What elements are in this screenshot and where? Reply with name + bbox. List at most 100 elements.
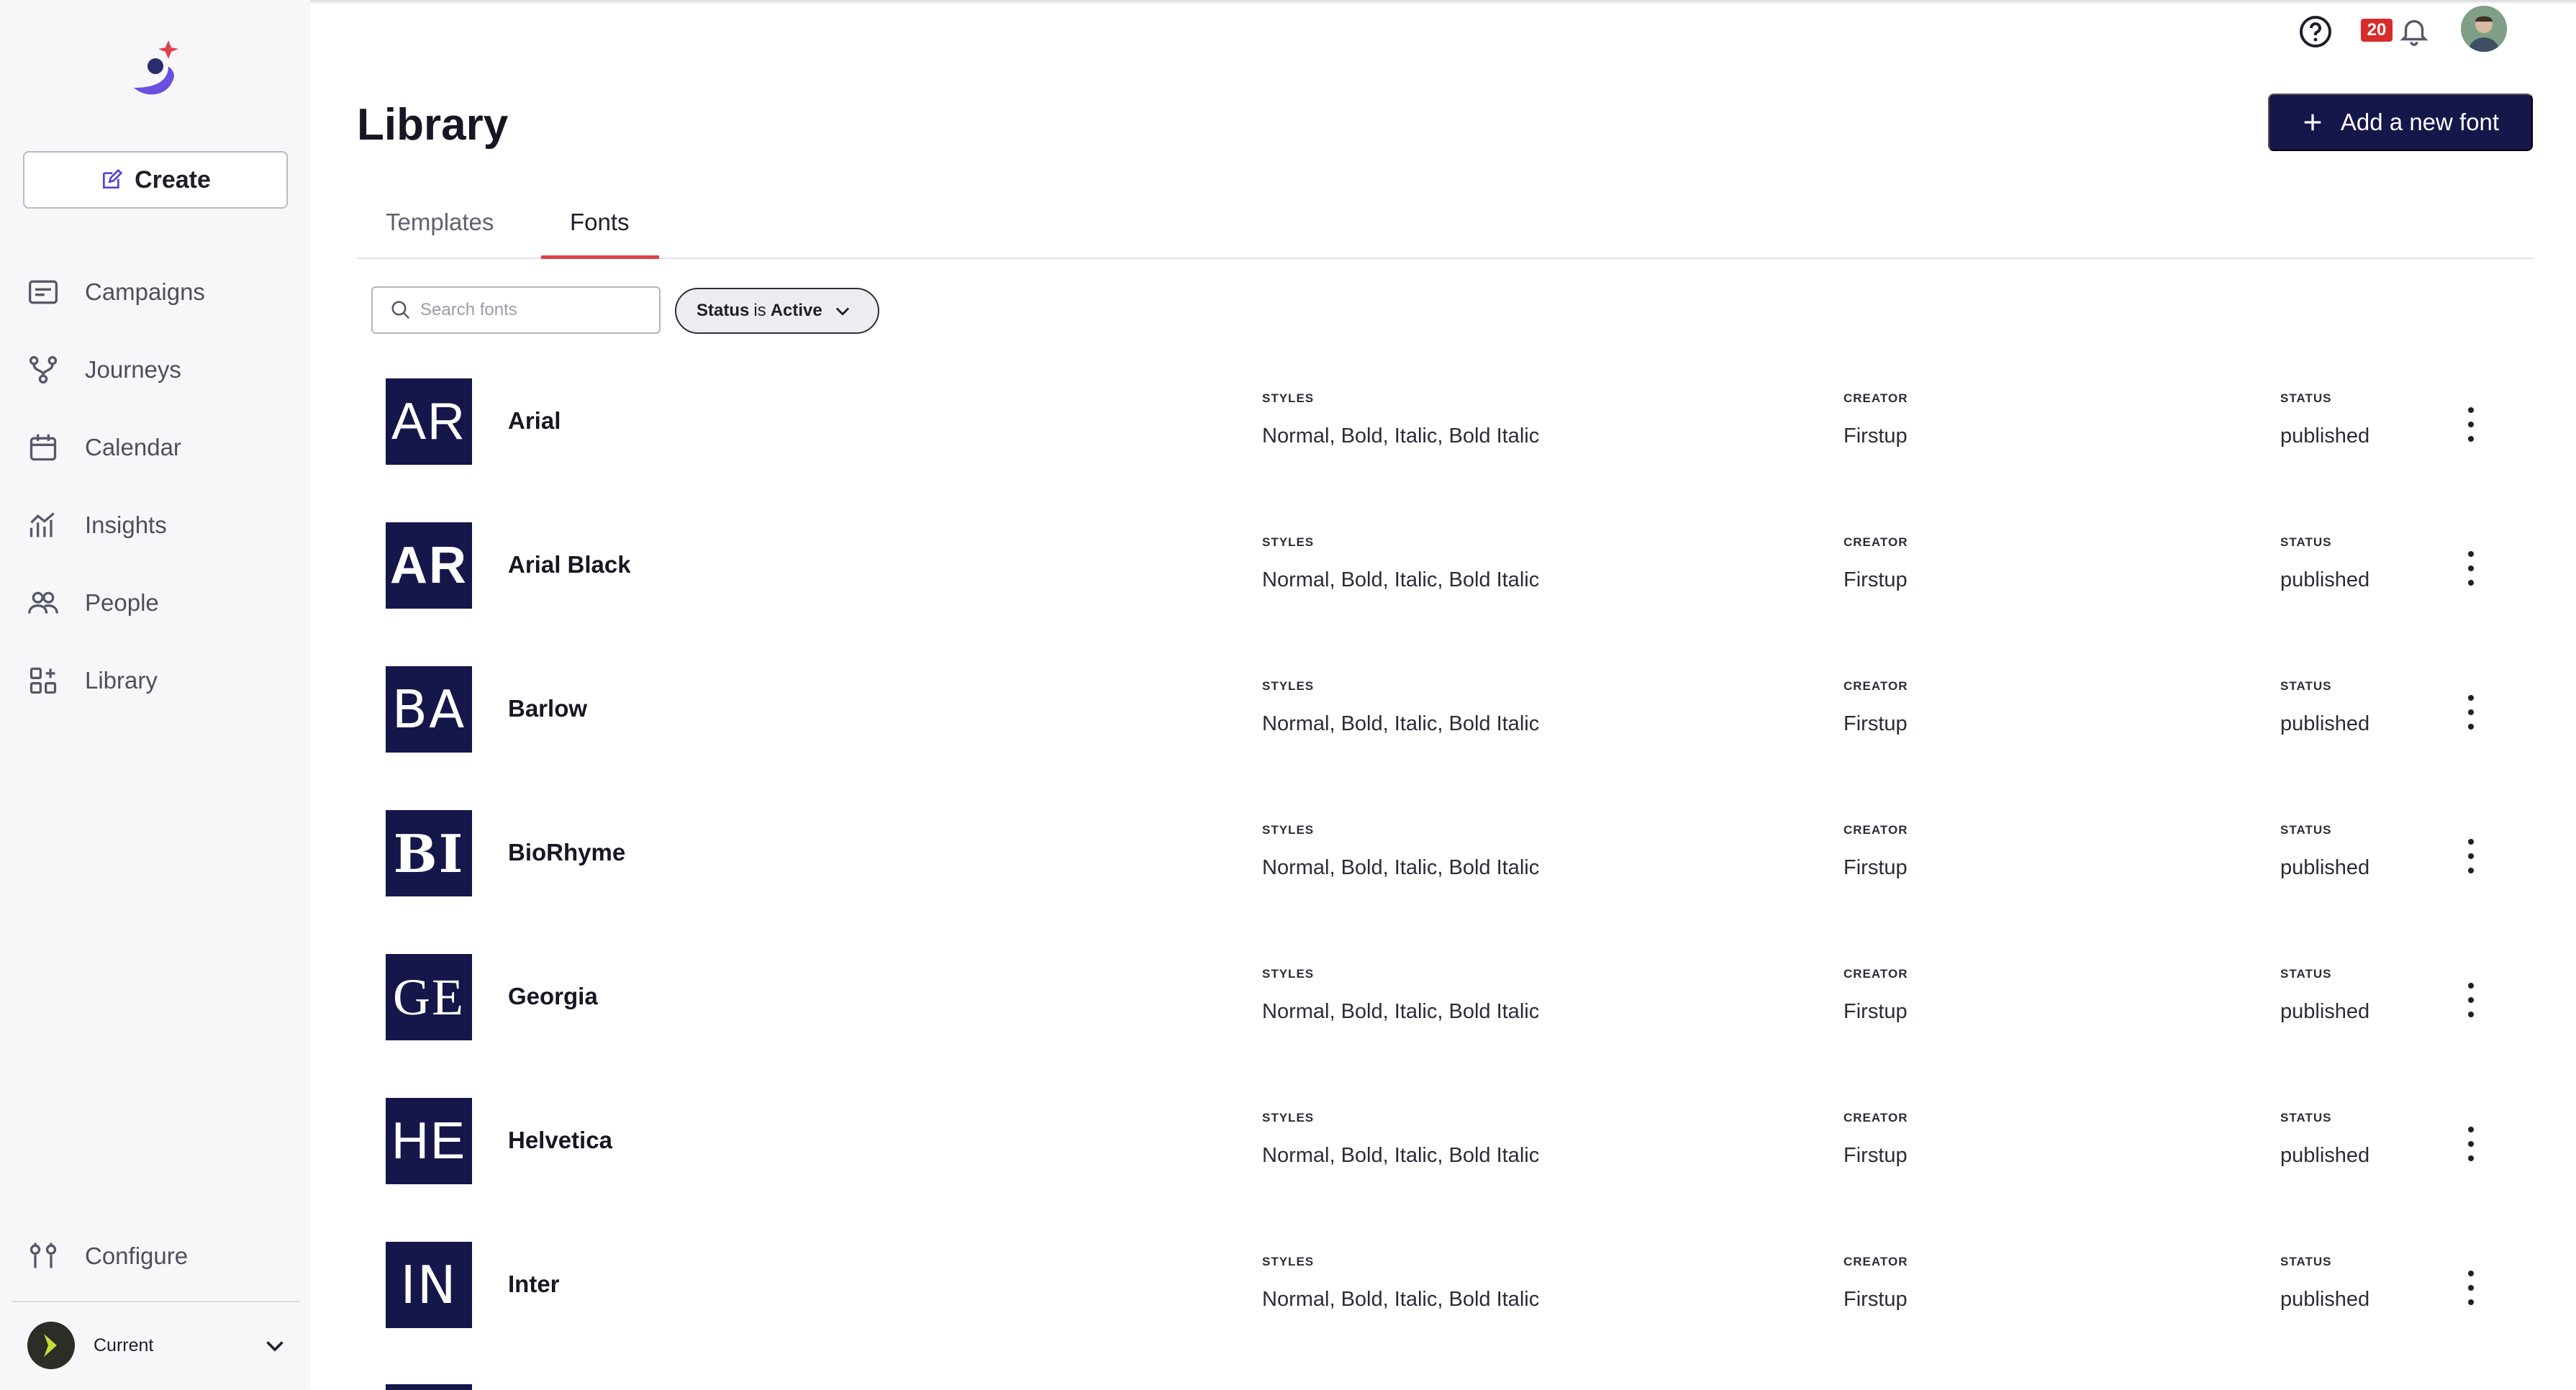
more-options-icon[interactable] xyxy=(2457,980,2485,1020)
creator-value: Firstup xyxy=(1843,1000,1908,1023)
more-options-icon[interactable] xyxy=(2457,692,2485,732)
font-thumbnail: BI xyxy=(386,810,472,896)
table-row[interactable]: HE Helvetica STYLES Normal, Bold, Italic… xyxy=(357,1079,2534,1223)
status-value: published xyxy=(2280,424,2370,448)
status-label: STATUS xyxy=(2280,823,2332,837)
status-value: published xyxy=(2280,1144,2370,1167)
table-row[interactable]: IN Inter STYLES Normal, Bold, Italic, Bo… xyxy=(357,1223,2534,1367)
font-thumbnail: IN xyxy=(386,1242,472,1328)
chevron-down-icon xyxy=(835,307,849,316)
notification-badge[interactable]: 20 xyxy=(2361,19,2393,42)
styles-value: Normal, Bold, Italic, Bold Italic xyxy=(1262,1144,1540,1167)
font-name[interactable]: Helvetica xyxy=(508,1127,612,1154)
sidebar-item-configure[interactable]: Configure xyxy=(0,1217,310,1295)
search-input[interactable] xyxy=(420,300,650,320)
journeys-icon xyxy=(29,355,58,384)
creator-label: CREATOR xyxy=(1843,967,1908,981)
font-thumbnail-partial xyxy=(386,1384,472,1390)
more-options-icon[interactable] xyxy=(2457,1124,2485,1164)
font-name[interactable]: Arial Black xyxy=(508,551,631,578)
campaigns-icon xyxy=(29,280,58,304)
tab-templates[interactable]: Templates xyxy=(386,209,494,236)
app-logo[interactable] xyxy=(127,37,184,102)
styles-value: Normal, Bold, Italic, Bold Italic xyxy=(1262,424,1540,448)
search-box[interactable] xyxy=(371,286,661,334)
font-name[interactable]: BioRhyme xyxy=(508,839,625,866)
styles-label: STYLES xyxy=(1262,679,1315,693)
status-label: STATUS xyxy=(2280,679,2332,693)
sidebar-item-label: Library xyxy=(85,667,158,694)
add-font-label: Add a new font xyxy=(2340,109,2500,135)
font-name[interactable]: Barlow xyxy=(508,695,587,722)
sidebar-item-people[interactable]: People xyxy=(0,564,310,642)
creator-value: Firstup xyxy=(1843,424,1908,448)
status-label: STATUS xyxy=(2280,1255,2332,1268)
sidebar-item-label: People xyxy=(85,589,159,616)
more-options-icon[interactable] xyxy=(2457,548,2485,589)
chevron-logo-icon xyxy=(44,1334,57,1357)
sidebar-nav: Campaigns Journeys Calendar Insights Peo… xyxy=(0,253,310,719)
font-name[interactable]: Arial xyxy=(508,407,561,435)
sidebar-item-label: Journeys xyxy=(85,356,181,383)
filter-value: Active xyxy=(770,301,822,320)
account-switcher[interactable]: Current xyxy=(0,1317,310,1374)
sidebar-item-journeys[interactable]: Journeys xyxy=(0,331,310,409)
status-filter[interactable]: Status is Active xyxy=(675,288,879,334)
sidebar-item-label: Insights xyxy=(85,512,167,538)
styles-label: STYLES xyxy=(1262,823,1315,837)
add-font-button[interactable]: Add a new font xyxy=(2268,94,2533,151)
table-row[interactable]: BA Barlow STYLES Normal, Bold, Italic, B… xyxy=(357,648,2534,791)
creator-label: CREATOR xyxy=(1843,391,1908,405)
font-thumbnail: AR xyxy=(386,378,472,465)
user-avatar[interactable] xyxy=(2461,6,2507,52)
creator-value: Firstup xyxy=(1843,568,1908,591)
calendar-icon xyxy=(30,434,57,461)
font-thumbnail: AR xyxy=(386,522,472,609)
table-row[interactable]: BI BioRhyme STYLES Normal, Bold, Italic,… xyxy=(357,791,2534,935)
font-name[interactable]: Georgia xyxy=(508,983,598,1010)
creator-label: CREATOR xyxy=(1843,823,1908,837)
creator-value: Firstup xyxy=(1843,712,1908,735)
styles-value: Normal, Bold, Italic, Bold Italic xyxy=(1262,568,1540,591)
sidebar-divider xyxy=(12,1301,299,1302)
sidebar-item-calendar[interactable]: Calendar xyxy=(0,409,310,486)
create-button[interactable]: Create xyxy=(23,151,288,209)
table-row[interactable]: GE Georgia STYLES Normal, Bold, Italic, … xyxy=(357,935,2534,1079)
status-value: published xyxy=(2280,712,2370,735)
sidebar-item-label: Calendar xyxy=(85,434,181,460)
status-label: STATUS xyxy=(2280,967,2332,981)
edit-icon xyxy=(103,168,123,188)
creator-label: CREATOR xyxy=(1843,1111,1908,1125)
sidebar-item-library[interactable]: Library xyxy=(0,642,310,719)
more-options-icon[interactable] xyxy=(2457,836,2485,876)
bell-icon[interactable] xyxy=(2398,14,2431,47)
styles-value: Normal, Bold, Italic, Bold Italic xyxy=(1262,856,1540,879)
sidebar-item-campaigns[interactable]: Campaigns xyxy=(0,253,310,331)
status-value: published xyxy=(2280,568,2370,591)
font-thumbnail: BA xyxy=(386,666,472,753)
styles-label: STYLES xyxy=(1262,1111,1315,1125)
user-photo-icon xyxy=(2461,6,2507,52)
status-value: published xyxy=(2280,1288,2370,1311)
top-shadow xyxy=(0,0,2576,4)
help-icon[interactable] xyxy=(2298,14,2333,49)
library-icon xyxy=(30,667,57,694)
plus-icon xyxy=(2304,114,2321,131)
configure-label: Configure xyxy=(85,1243,189,1269)
styles-label: STYLES xyxy=(1262,391,1315,405)
filter-field: Status xyxy=(697,301,750,320)
program-avatar xyxy=(27,1322,75,1369)
more-options-icon[interactable] xyxy=(2457,1268,2485,1308)
table-row[interactable]: AR Arial STYLES Normal, Bold, Italic, Bo… xyxy=(357,360,2534,504)
creator-label: CREATOR xyxy=(1843,679,1908,693)
sidebar-item-insights[interactable]: Insights xyxy=(0,486,310,564)
active-tab-indicator xyxy=(541,255,659,259)
more-options-icon[interactable] xyxy=(2457,404,2485,445)
filter-op: is xyxy=(753,301,766,320)
tab-fonts[interactable]: Fonts xyxy=(570,209,630,236)
search-icon xyxy=(391,301,410,319)
status-label: STATUS xyxy=(2280,1111,2332,1125)
styles-value: Normal, Bold, Italic, Bold Italic xyxy=(1262,1000,1540,1023)
table-row[interactable]: AR Arial Black STYLES Normal, Bold, Ital… xyxy=(357,504,2534,648)
font-name[interactable]: Inter xyxy=(508,1271,560,1298)
